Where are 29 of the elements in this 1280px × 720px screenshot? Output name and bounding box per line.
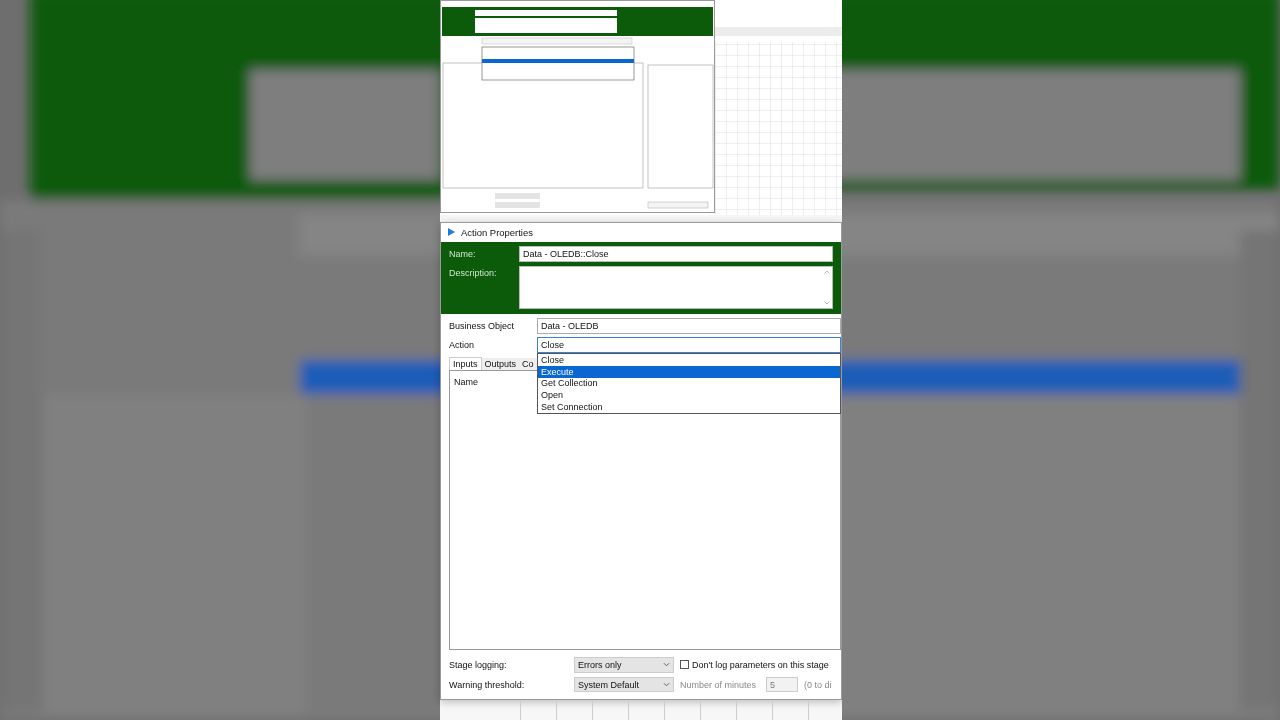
field-label: Business Object: [449, 321, 516, 331]
dropdown-option[interactable]: Get Collection: [538, 377, 840, 390]
tab[interactable]: Inputs: [449, 356, 482, 371]
field-label: Action: [449, 340, 475, 351]
chevron-down-icon: [663, 681, 670, 689]
checkbox[interactable]: [680, 660, 689, 670]
dropdown-option[interactable]: Execute: [538, 365, 840, 378]
dialog-title: Action Properties: [461, 226, 533, 238]
hint-text: (0 to di: [804, 679, 832, 690]
minutes-spinner[interactable]: 5: [766, 677, 798, 693]
warning-threshold-select[interactable]: System Default: [574, 676, 674, 693]
column-header: Name: [454, 376, 478, 387]
tab[interactable]: Co: [519, 357, 537, 371]
app-icon: [447, 227, 456, 238]
dropdown-option[interactable]: Set Connection: [538, 400, 840, 413]
tab[interactable]: Outputs: [481, 357, 520, 371]
field-label: Description:: [449, 267, 498, 281]
checkbox-label: Don't log parameters on this stage: [692, 659, 829, 670]
dropdown-option[interactable]: Close: [538, 354, 840, 366]
stage-logging-select[interactable]: Errors only: [574, 656, 674, 673]
field-label: Name:: [449, 248, 477, 262]
field-label: Warning threshold:: [449, 679, 526, 690]
name-field[interactable]: Data - OLEDB::Close: [519, 246, 833, 263]
field-label: Number of minutes: [680, 679, 758, 690]
business-object-select[interactable]: Data - OLEDB: [537, 318, 841, 334]
dropdown-option[interactable]: Open: [538, 389, 840, 401]
action-select[interactable]: Close: [537, 337, 841, 354]
chevron-down-icon: [663, 661, 670, 669]
field-label: Stage logging:: [449, 659, 508, 670]
